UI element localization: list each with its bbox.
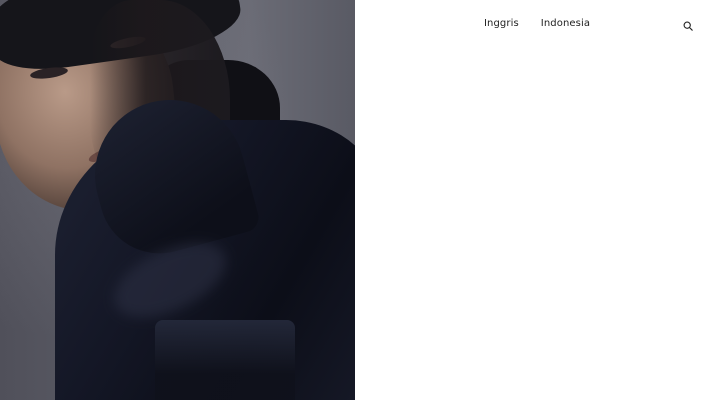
search-icon [683, 21, 693, 31]
hero-portrait-image [0, 0, 355, 400]
language-switcher: Inggris Indonesia [484, 18, 590, 29]
page: Inggris Indonesia [0, 0, 717, 400]
language-link-indonesia[interactable]: Indonesia [541, 18, 590, 29]
main-content: Inggris Indonesia [355, 0, 717, 400]
photo-pocket [155, 320, 295, 400]
language-link-inggris[interactable]: Inggris [484, 18, 519, 29]
search-button[interactable] [681, 19, 695, 33]
